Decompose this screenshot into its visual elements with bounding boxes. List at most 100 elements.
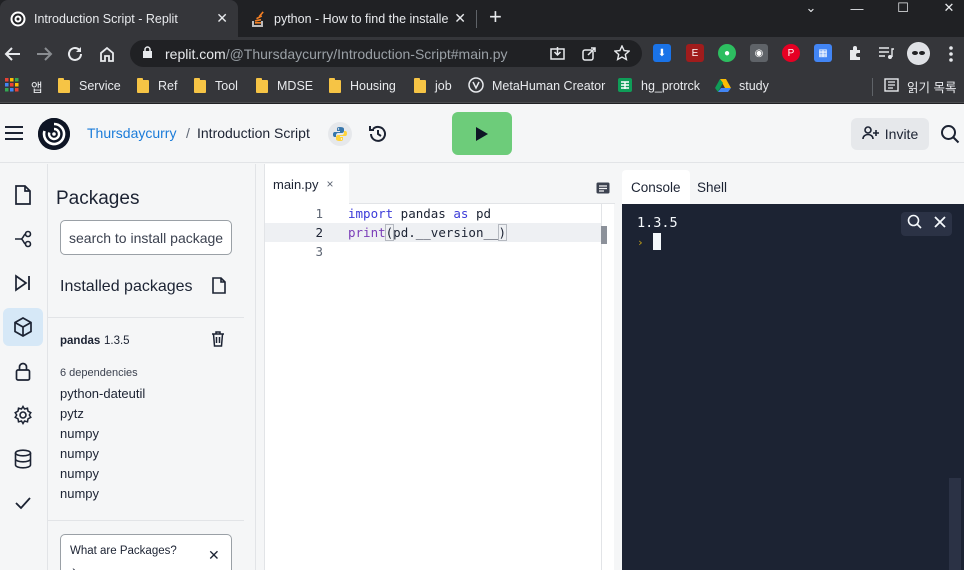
sidebar-item-version-control[interactable] <box>3 220 43 258</box>
bookmark-apps[interactable]: 앱 <box>5 77 43 95</box>
close-icon[interactable]: ✕ <box>208 547 220 564</box>
pinterest-icon[interactable]: P <box>782 44 800 62</box>
code-editor: main.py × 1 import pandas as pd 2 print(… <box>264 164 615 570</box>
maximize-button[interactable]: ☐ <box>880 0 926 16</box>
browser-tab-replit[interactable]: Introduction Script - Replit ✕ <box>0 0 238 37</box>
extensions-puzzle-icon[interactable] <box>846 44 864 62</box>
layout-icon[interactable] <box>596 181 610 194</box>
sidebar-item-debugger[interactable] <box>3 264 43 302</box>
tab-search-icon[interactable]: ⌄ <box>788 0 834 16</box>
packages-title: Packages <box>56 188 140 209</box>
stackoverflow-favicon-icon <box>250 10 266 27</box>
bookmark-service[interactable]: Service <box>58 77 121 95</box>
bookmark-star-icon[interactable] <box>613 44 631 64</box>
new-tab-button[interactable]: + <box>489 4 502 30</box>
code-line[interactable]: 3 <box>265 242 601 261</box>
close-tab-icon[interactable]: × <box>327 177 334 191</box>
python-language-icon[interactable] <box>328 122 352 146</box>
browser-toolbar: replit.com/@Thursdaycurry/Introduction-S… <box>0 37 964 70</box>
sidebar-item-database[interactable] <box>3 440 43 478</box>
console-scrollbar[interactable] <box>949 478 961 570</box>
breadcrumb-repl-name[interactable]: Introduction Script <box>197 125 310 141</box>
media-queue-icon[interactable] <box>877 44 895 62</box>
dependency-item: numpy <box>60 466 100 481</box>
close-tab-icon[interactable]: ✕ <box>454 10 466 27</box>
bookmarks-bar: 앱 Service Ref Tool MDSE Housing job Meta… <box>0 70 964 103</box>
bookmark-study[interactable]: study <box>715 77 769 95</box>
keyword-token: as <box>453 206 469 221</box>
minimize-button[interactable]: — <box>834 0 880 16</box>
what-are-packages-card[interactable]: What are Packages? › ✕ <box>60 534 232 570</box>
database-icon <box>14 449 32 469</box>
run-button[interactable] <box>452 112 512 155</box>
identifier-token: pd.__version__ <box>393 225 499 240</box>
code-line[interactable]: 1 import pandas as pd <box>265 204 601 223</box>
install-app-icon[interactable] <box>550 46 565 64</box>
line-number: 1 <box>315 206 323 221</box>
home-icon[interactable] <box>96 43 118 65</box>
sidebar-item-files[interactable] <box>3 176 43 214</box>
bookmark-mdse[interactable]: MDSE <box>256 77 313 95</box>
editor-tab-main-py[interactable]: main.py × <box>265 164 349 204</box>
trash-icon[interactable] <box>211 331 227 349</box>
lock-icon[interactable] <box>142 45 153 62</box>
sidebar-item-settings[interactable] <box>3 396 43 434</box>
editor-tab-bar: main.py × <box>265 164 615 204</box>
sidebar-item-unit-tests[interactable] <box>3 484 43 522</box>
bookmark-label: Tool <box>215 79 238 93</box>
pyproject-file-icon[interactable] <box>212 277 228 295</box>
package-search-input[interactable] <box>60 220 232 255</box>
history-icon[interactable] <box>367 123 389 145</box>
profile-avatar[interactable] <box>907 42 930 65</box>
camera-extension-icon[interactable]: ◉ <box>750 44 768 62</box>
bookmarks-divider <box>872 78 873 96</box>
grid-extension-icon[interactable]: ▦ <box>814 44 832 62</box>
invite-button[interactable]: Invite <box>851 118 929 150</box>
editor-scroll-marker <box>601 226 607 244</box>
sidebar-item-packages[interactable] <box>3 308 43 346</box>
bookmark-ref[interactable]: Ref <box>137 77 177 95</box>
line-number: 2 <box>315 225 323 240</box>
menu-icon[interactable] <box>5 126 23 140</box>
evernote-icon[interactable]: ● <box>718 44 736 62</box>
bookmark-housing[interactable]: Housing <box>329 77 396 95</box>
console-cursor <box>653 233 661 250</box>
back-icon[interactable] <box>2 43 24 65</box>
search-icon[interactable] <box>940 124 962 146</box>
bookmark-label: study <box>739 79 769 93</box>
download-extension-icon[interactable]: ⬇ <box>653 44 671 62</box>
bookmark-tool[interactable]: Tool <box>194 77 238 95</box>
bookmark-metahuman[interactable]: MetaHuman Creator <box>468 76 605 95</box>
reload-icon[interactable] <box>64 43 86 65</box>
chevron-right-icon[interactable]: › <box>72 562 77 570</box>
dependency-item: python-dateutil <box>60 386 146 401</box>
forward-icon[interactable] <box>33 43 55 65</box>
search-icon[interactable] <box>907 214 922 234</box>
console[interactable]: 1.3.5 › <box>622 204 964 570</box>
dependency-item: numpy <box>60 446 100 461</box>
close-tab-icon[interactable]: ✕ <box>216 10 228 27</box>
bookmark-label: hg_protrck <box>641 79 701 93</box>
tab-shell[interactable]: Shell <box>688 170 736 204</box>
extension-e-icon[interactable]: E <box>686 44 704 62</box>
packages-panel: Packages Installed packages pandas 1.3.5… <box>48 164 256 570</box>
replit-logo-icon[interactable] <box>38 118 70 150</box>
bookmark-hg-protrck[interactable]: hg_protrck <box>617 77 700 95</box>
replit-favicon-icon <box>10 11 26 27</box>
browser-tab-stackoverflow[interactable]: python - How to find the installe ✕ <box>240 0 476 37</box>
reading-list[interactable]: 읽기 목록 <box>884 77 956 95</box>
code-line-active[interactable]: 2 print(pd.__version__) <box>265 223 601 242</box>
console-output: 1.3.5 <box>637 215 678 231</box>
close-window-button[interactable]: ✕ <box>926 0 964 16</box>
share-icon[interactable] <box>582 46 597 64</box>
clear-console-icon[interactable] <box>934 215 946 233</box>
address-bar[interactable]: replit.com/@Thursdaycurry/Introduction-S… <box>130 40 642 67</box>
sidebar-item-secrets[interactable] <box>3 352 43 390</box>
editor-scrollbar[interactable] <box>601 204 615 570</box>
reading-list-icon <box>884 77 899 95</box>
console-prompt-icon: › <box>637 236 644 249</box>
bookmark-job[interactable]: job <box>414 77 452 95</box>
breadcrumb-owner[interactable]: Thursdaycurry <box>87 125 176 141</box>
tab-console[interactable]: Console <box>622 170 690 204</box>
browser-menu-icon[interactable] <box>940 43 962 65</box>
